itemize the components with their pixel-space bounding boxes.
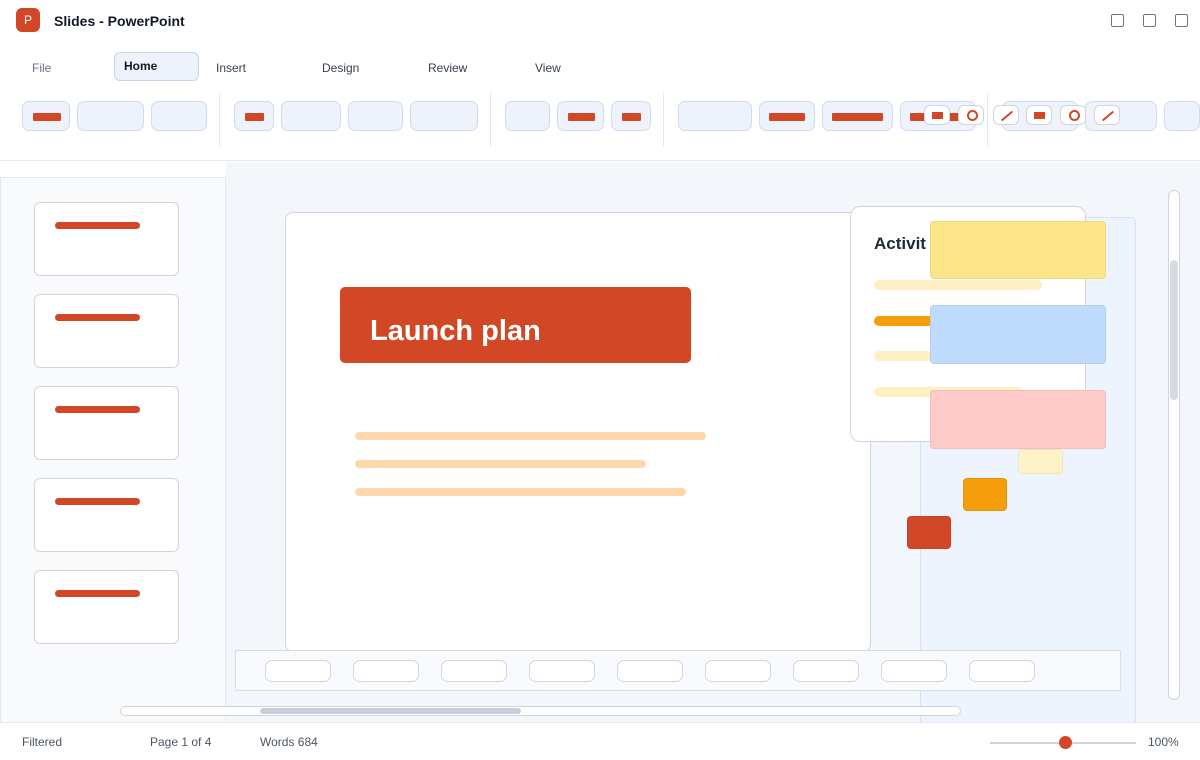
zoom-level[interactable]: 100% (1148, 735, 1179, 749)
rectangle-shape-icon[interactable] (1026, 105, 1052, 125)
bottom-toolbar-button-8[interactable] (881, 660, 947, 682)
ribbon-button-8[interactable] (505, 101, 550, 131)
slide-text-line (355, 460, 646, 468)
thumbnail-title-bar (55, 406, 140, 413)
activity-item (874, 351, 934, 361)
ribbon-button-icon (568, 113, 595, 121)
bottom-toolbar-button-9[interactable] (969, 660, 1035, 682)
horizontal-scrollbar-thumb[interactable] (260, 708, 521, 714)
line-shape-icon[interactable] (1094, 105, 1120, 125)
tab-review[interactable]: Review (428, 61, 467, 75)
thumbnail-title-bar (55, 590, 140, 597)
title-bar: P Slides - PowerPoint (0, 0, 1200, 42)
zoom-slider-handle[interactable] (1059, 736, 1073, 749)
slide-thumbnail-2[interactable] (34, 294, 179, 368)
tab-view[interactable]: View (535, 61, 561, 75)
thumbnail-title-bar (55, 222, 140, 229)
status-bar: Filtered Page 1 of 4 Words 684 100% (0, 722, 1200, 760)
sticky-note-small[interactable] (1018, 449, 1063, 474)
tab-home[interactable]: Home (114, 52, 199, 81)
ribbon-button-11[interactable] (678, 101, 752, 131)
page-count: Page 1 of 4 (150, 735, 212, 749)
thumbnail-title-bar (55, 498, 140, 505)
slide-thumbnail-1[interactable] (34, 202, 179, 276)
activity-panel-title: Activit (874, 234, 926, 253)
maximize-window-button[interactable] (1143, 14, 1156, 27)
ribbon-separator (219, 93, 220, 146)
ribbon-separator (663, 93, 664, 146)
vertical-scrollbar-thumb[interactable] (1170, 260, 1178, 400)
line-shape-icon[interactable] (993, 105, 1019, 125)
powerpoint-app-icon: P (16, 8, 40, 32)
circle-shape-icon[interactable] (1060, 105, 1086, 125)
ribbon-separator (490, 93, 491, 146)
tab-design[interactable]: Design (322, 61, 359, 75)
minimize-window-button[interactable] (1111, 14, 1124, 27)
horizontal-scrollbar[interactable] (120, 706, 961, 716)
bottom-toolbar-button-1[interactable] (265, 660, 331, 682)
ribbon-button-icon (769, 113, 805, 121)
bottom-toolbar-button-6[interactable] (705, 660, 771, 682)
sticky-note-pink[interactable] (930, 390, 1106, 449)
ribbon-button-icon (832, 113, 883, 121)
ribbon-button-13[interactable] (822, 101, 893, 131)
bottom-toolbar-button-2[interactable] (353, 660, 419, 682)
slide-thumbnail-3[interactable] (34, 386, 179, 460)
activity-item (874, 316, 934, 326)
slide-text-line (355, 488, 686, 496)
ribbon-toolbar (0, 90, 1200, 161)
sticky-note-orange[interactable] (963, 478, 1007, 511)
tab-insert[interactable]: Insert (216, 61, 246, 75)
ribbon-separator (987, 93, 988, 146)
slide-thumbnail-4[interactable] (34, 478, 179, 552)
ribbon-button-17[interactable] (1164, 101, 1200, 131)
close-window-button[interactable] (1175, 14, 1188, 27)
slide-title-box[interactable]: Launch plan (340, 287, 691, 363)
ribbon-button-1[interactable] (22, 101, 70, 131)
window-title: Slides - PowerPoint (54, 13, 185, 29)
ribbon-button-10[interactable] (611, 101, 651, 131)
word-count: Words 684 (260, 735, 318, 749)
bottom-toolbar-button-3[interactable] (441, 660, 507, 682)
ribbon-button-7[interactable] (410, 101, 478, 131)
thumbnail-title-bar (55, 314, 140, 321)
ribbon-button-5[interactable] (281, 101, 341, 131)
ribbon-button-6[interactable] (348, 101, 403, 131)
activity-item (874, 280, 1042, 290)
bottom-toolbar-button-4[interactable] (529, 660, 595, 682)
ribbon-button-4[interactable] (234, 101, 274, 131)
ribbon-button-12[interactable] (759, 101, 815, 131)
slide-thumbnail-5[interactable] (34, 570, 179, 644)
slide-text-line (355, 432, 706, 440)
ribbon-button-3[interactable] (151, 101, 207, 131)
ribbon-button-icon (245, 113, 264, 121)
ribbon-button-icon (33, 113, 61, 121)
ribbon-button-9[interactable] (557, 101, 604, 131)
circle-shape-icon[interactable] (958, 105, 984, 125)
ribbon-button-2[interactable] (77, 101, 144, 131)
sticky-note-yellow[interactable] (930, 221, 1106, 279)
tab-file[interactable]: File (32, 61, 51, 75)
bottom-toolbar-button-5[interactable] (617, 660, 683, 682)
rectangle-shape-icon[interactable] (924, 105, 950, 125)
bottom-toolbar-button-7[interactable] (793, 660, 859, 682)
sticky-note-blue[interactable] (930, 305, 1106, 364)
sticky-note-red[interactable] (907, 516, 951, 549)
ribbon-button-icon (622, 113, 641, 121)
filter-status[interactable]: Filtered (22, 735, 62, 749)
